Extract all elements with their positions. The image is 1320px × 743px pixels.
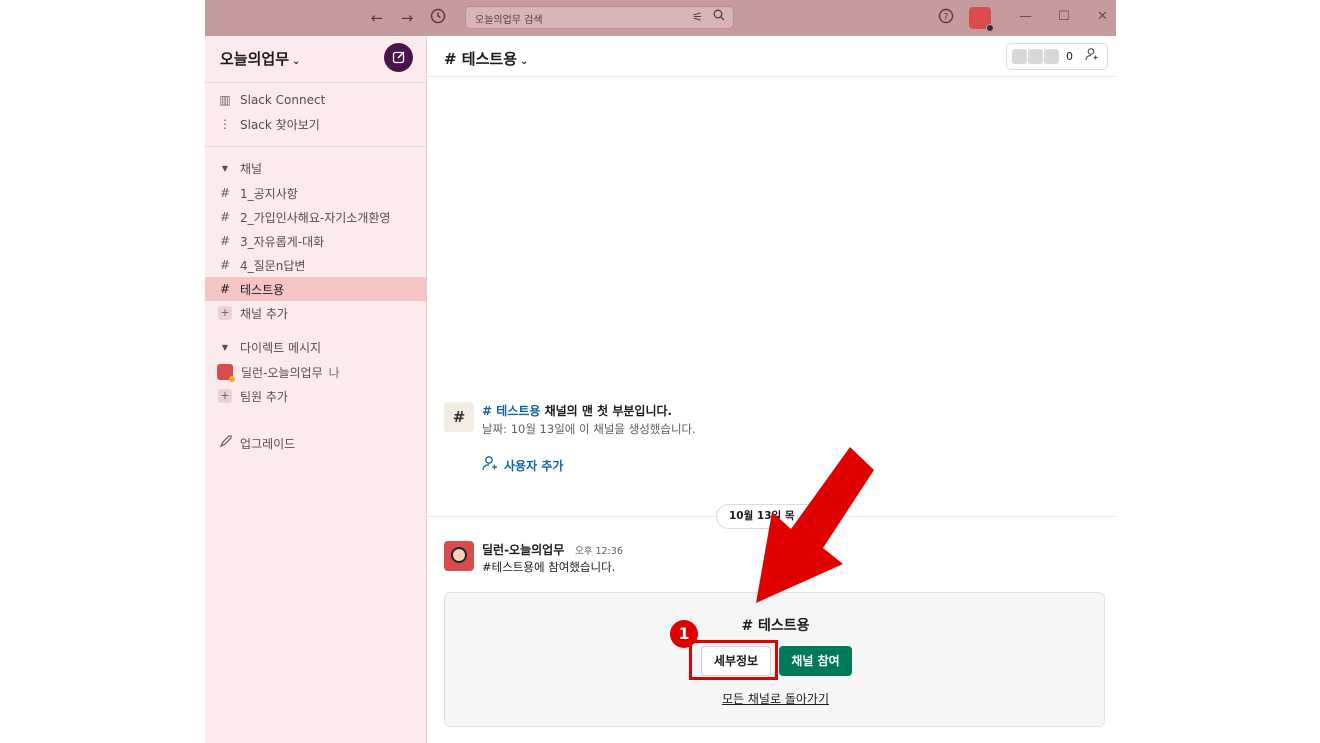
back-arrow-icon[interactable]: ← [367, 8, 387, 28]
chevron-down-icon: ⌄ [520, 56, 529, 67]
maximize-icon[interactable]: ☐ [1058, 9, 1070, 24]
add-person-icon[interactable] [1085, 47, 1099, 65]
channel-label: 2_가입인사해요-자기소개환영 [240, 210, 391, 225]
add-member-button[interactable]: + 팀원 추가 [217, 385, 288, 407]
member-avatar [1012, 49, 1027, 64]
upgrade-label: 업그레이드 [240, 436, 296, 451]
sidebar-item-label: Slack Connect [240, 93, 326, 107]
hash-icon: # [444, 402, 474, 432]
avatar [217, 364, 235, 382]
section-label: 다이렉트 메시지 [240, 340, 322, 355]
channel-created-text: 날짜: 10월 13일에 이 채널을 생성했습니다. [482, 422, 696, 436]
me-label: 나 [328, 365, 340, 380]
channel-title[interactable]: # 테스트용 ⌄ [444, 48, 528, 69]
sidebar-item-channel-test[interactable]: # 테스트용 [217, 278, 284, 300]
intro-text: 채널의 맨 첫 부분입니다. [540, 404, 673, 418]
more-vertical-icon: ⋮ [219, 117, 231, 131]
chevron-down-icon: ⌄ [292, 56, 301, 67]
caret-down-icon: ▼ [221, 342, 229, 352]
join-card-title: # 테스트용 [741, 618, 810, 634]
building-icon: ▥ [219, 93, 231, 107]
channel-label: 1_공지사항 [240, 186, 298, 201]
svg-text:?: ? [944, 13, 949, 23]
hash-icon: # [219, 258, 231, 272]
member-avatar [1028, 49, 1043, 64]
hash-icon: # [219, 282, 231, 296]
sidebar-item-dm-user[interactable]: 딜런-오늘의업무 나 [217, 361, 340, 383]
section-label: 채널 [240, 161, 263, 176]
channel-link[interactable]: # 테스트용 [482, 404, 540, 418]
member-avatar [1044, 49, 1059, 64]
add-channel-label: 채널 추가 [240, 306, 288, 321]
divider [205, 82, 427, 83]
workspace-name-label: 오늘의업무 [220, 50, 290, 68]
sidebar: 오늘의업무 ⌄ ▥ Slack Connect ⋮ Slack 찾아보기 ▼ 채널 #1… [205, 36, 427, 743]
search-input[interactable]: 오늘의업무 검색 ⚟ [465, 6, 734, 29]
close-icon[interactable]: ✕ [1097, 9, 1108, 24]
minimize-icon[interactable]: — [1019, 9, 1032, 24]
rocket-icon [217, 435, 233, 451]
sidebar-item-channel-3[interactable]: #3_자유롭게-대화 [217, 230, 324, 252]
member-count: 0 [1066, 50, 1073, 63]
caret-down-icon: ▼ [221, 163, 229, 173]
search-icon[interactable] [713, 9, 725, 24]
workspace-name[interactable]: 오늘의업무 ⌄ [220, 48, 300, 69]
sidebar-item-channel-4[interactable]: #4_질문n답변 [217, 254, 305, 276]
annotation-highlight-box [689, 640, 778, 680]
dm-user-label: 딜런-오늘의업무 [241, 365, 323, 380]
add-channel-button[interactable]: + 채널 추가 [217, 302, 288, 324]
members-button[interactable]: 0 [1006, 43, 1108, 70]
message-author[interactable]: 딜런-오늘의업무 [482, 541, 564, 558]
add-user-label: 사용자 추가 [504, 458, 564, 473]
plus-icon: + [218, 306, 232, 320]
sidebar-item-channel-1[interactable]: #1_공지사항 [217, 182, 298, 204]
channel-label: 3_자유롭게-대화 [240, 234, 325, 249]
hash-icon: # [219, 234, 231, 248]
date-pill[interactable]: 10월 13일 목 [716, 504, 836, 529]
upgrade-button[interactable]: 업그레이드 [217, 432, 295, 454]
history-icon[interactable] [428, 8, 448, 28]
divider [205, 146, 427, 147]
filter-icon[interactable]: ⚟ [692, 10, 703, 24]
add-member-label: 팀원 추가 [240, 389, 288, 404]
avatar[interactable] [444, 541, 474, 571]
channel-label: 테스트용 [240, 282, 285, 297]
add-person-icon [482, 455, 498, 475]
join-channel-button[interactable]: 채널 참여 [779, 646, 852, 676]
sidebar-item-browse-slack[interactable]: ⋮ Slack 찾아보기 [217, 113, 320, 135]
message-time[interactable]: 오후 12:36 [575, 543, 623, 557]
channel-header: # 테스트용 ⌄ 0 [427, 36, 1116, 77]
plus-icon: + [218, 389, 232, 403]
message-text: #테스트용에 참여했습니다. [482, 560, 616, 574]
forward-arrow-icon[interactable]: → [397, 8, 417, 28]
title-bar: ← → 오늘의업무 검색 ⚟ ? — ☐ ✕ [205, 0, 1116, 36]
status-dot [986, 24, 994, 32]
hash-icon: # [219, 186, 231, 200]
step-badge: 1 [670, 620, 698, 648]
channel-title-label: # 테스트용 [444, 50, 517, 68]
channel-label: 4_질문n답변 [240, 258, 306, 273]
hash-icon: # [219, 210, 231, 224]
channel-view: # 테스트용 ⌄ 0 # # 테스트용 채널의 맨 첫 부분입니다. 날짜: 10… [427, 36, 1116, 743]
sidebar-item-label: Slack 찾아보기 [240, 117, 320, 132]
compose-button[interactable] [384, 43, 413, 72]
slack-window: ← → 오늘의업무 검색 ⚟ ? — ☐ ✕ 오늘의업무 ⌄ ▥ Slack Con… [205, 0, 1116, 743]
help-icon[interactable]: ? [936, 8, 956, 28]
channels-section-header[interactable]: ▼ 채널 [217, 157, 262, 179]
sidebar-item-slack-connect[interactable]: ▥ Slack Connect [217, 89, 325, 111]
sidebar-item-channel-2[interactable]: #2_가입인사해요-자기소개환영 [217, 206, 390, 228]
add-user-button[interactable]: 사용자 추가 [482, 455, 563, 475]
user-avatar[interactable] [969, 7, 994, 32]
dm-section-header[interactable]: ▼ 다이렉트 메시지 [217, 336, 321, 358]
search-placeholder: 오늘의업무 검색 [475, 15, 543, 26]
back-to-channels-link[interactable]: 모든 채널로 돌아가기 [445, 690, 1106, 707]
channel-intro-title: # 테스트용 채널의 맨 첫 부분입니다. [482, 402, 672, 419]
